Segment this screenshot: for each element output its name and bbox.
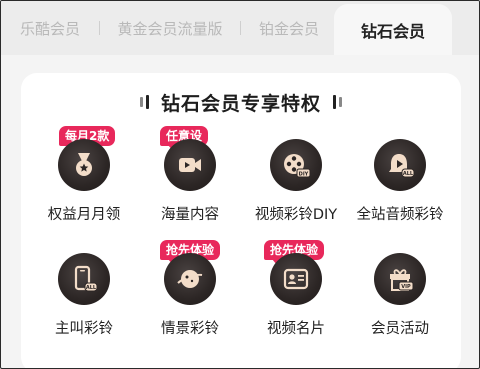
privilege-scenario-ringtone[interactable]: 抢先体验 情景彩铃 xyxy=(135,240,245,353)
id-card-icon xyxy=(270,253,322,305)
tab-gold-member-data[interactable]: 黄金会员流量版 xyxy=(100,1,240,55)
privilege-caller-ringtone[interactable]: ALL 主叫彩铃 xyxy=(29,253,139,353)
svg-text:DIY: DIY xyxy=(299,171,309,177)
planet-icon xyxy=(164,253,216,305)
gift-vip-icon: VIP xyxy=(374,253,426,305)
tab-lekoo-member[interactable]: 乐酷会员 xyxy=(1,1,99,55)
tab-platinum-member[interactable]: 铂金会员 xyxy=(241,1,337,55)
item-label: 权益月月领 xyxy=(47,207,121,223)
svg-text:VIP: VIP xyxy=(401,284,411,290)
item-label: 主叫彩铃 xyxy=(55,321,113,337)
privilege-member-activities[interactable]: VIP 会员活动 xyxy=(345,253,455,353)
privilege-video-ringtone-diy[interactable]: DIY 视频彩铃DIY xyxy=(241,139,351,239)
privilege-monthly-benefits[interactable]: 每月2款 权益月月领 xyxy=(29,126,139,239)
bell-play-all-icon: ALL xyxy=(374,139,426,191)
card-title: 钻石会员专享特权 xyxy=(160,92,321,115)
title-decoration-right xyxy=(333,95,342,109)
tab-diamond-member[interactable]: 钻石会员 xyxy=(334,4,452,55)
item-label: 视频彩铃DIY xyxy=(254,207,338,223)
medal-star-icon xyxy=(58,139,110,191)
phone-all-icon: ALL xyxy=(58,253,110,305)
item-label: 会员活动 xyxy=(371,321,429,337)
svg-text:ALL: ALL xyxy=(86,285,97,291)
film-reel-diy-icon: DIY xyxy=(270,139,322,191)
app-frame: 乐酷会员 黄金会员流量版 铂金会员 钻石会员 钻石会员专享特权 每月2款 权益月… xyxy=(0,0,480,369)
privilege-video-card[interactable]: 抢先体验 视频名片 xyxy=(241,240,351,353)
privilege-massive-content[interactable]: 任意设 海量内容 xyxy=(135,126,245,239)
svg-text:ALL: ALL xyxy=(403,171,414,177)
item-label: 全站音频彩铃 xyxy=(356,207,444,223)
membership-tab-bar: 乐酷会员 黄金会员流量版 铂金会员 钻石会员 xyxy=(1,1,479,55)
item-label: 海量内容 xyxy=(161,207,219,223)
video-camera-icon xyxy=(164,139,216,191)
item-label: 情景彩铃 xyxy=(161,321,219,337)
title-decoration-left xyxy=(139,95,149,109)
card-header: 钻石会员专享特权 xyxy=(21,87,461,117)
privilege-all-audio-ringtone[interactable]: ALL 全站音频彩铃 xyxy=(345,139,455,239)
privileges-card: 钻石会员专享特权 每月2款 权益月月领 任意设 海量内容 DIY 视频彩铃DIY xyxy=(21,73,461,368)
item-label: 视频名片 xyxy=(267,321,325,337)
